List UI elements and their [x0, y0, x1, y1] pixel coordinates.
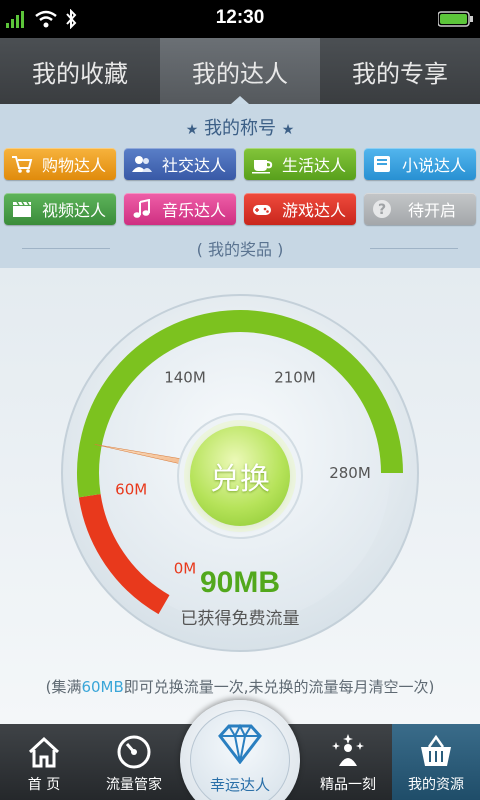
nav-label: 流量管家 [106, 777, 162, 793]
titles-heading-text: 我的称号 [204, 118, 276, 139]
svg-text:?: ? [378, 202, 386, 218]
nav-label: 首 页 [27, 777, 61, 793]
badge-locked[interactable]: ? 待开启 [364, 193, 476, 225]
note-suffix: 即可兑换流量一次,未兑换的流量每月清空一次) [123, 678, 435, 696]
exchange-rule-note: (集满60MB即可兑换流量一次,未兑换的流量每月清空一次) [0, 676, 480, 697]
star-icon: ★ [281, 122, 295, 138]
nav-featured[interactable]: 精品一刻 [304, 724, 392, 800]
gauge-tick-label: 140M [164, 369, 206, 387]
diamond-icon [218, 724, 262, 764]
gauge-tick-label: 280M [329, 464, 371, 482]
titles-heading: ★ 我的称号 ★ [0, 114, 480, 140]
prize-heading: ( 我的奖品 ) [0, 236, 480, 260]
note-highlight: 60MB [81, 678, 124, 696]
music-note-icon [130, 198, 154, 220]
divider [22, 248, 110, 249]
titles-panel: ★ 我的称号 ★ 购物达人 社交达人 生活达人 小说达人 视频达人 音乐达人 游… [0, 104, 480, 268]
divider [370, 248, 458, 249]
clock: 12:30 [215, 7, 265, 28]
clapper-icon [10, 198, 34, 220]
badge-label: 待开启 [408, 201, 457, 220]
people-icon [130, 153, 154, 175]
gauge-tick-label: 60M [115, 480, 147, 498]
nav-label: 精品一刻 [320, 777, 376, 793]
book-icon [370, 153, 394, 175]
tab-my-experts[interactable]: 我的达人 [160, 38, 320, 104]
nav-label: 幸运达人 [209, 776, 270, 794]
badge-label: 社交达人 [162, 156, 227, 175]
tab-label: 我的收藏 [32, 59, 128, 88]
badge-label: 视频达人 [42, 201, 107, 220]
top-tabs: 我的收藏 我的达人 我的专享 [0, 38, 480, 104]
badge-music[interactable]: 音乐达人 [124, 193, 236, 225]
badge-game[interactable]: 游戏达人 [244, 193, 356, 225]
nav-home[interactable]: 首 页 [0, 724, 88, 800]
prize-heading-text: ( 我的奖品 ) [196, 240, 284, 259]
cup-icon [250, 153, 274, 175]
tab-exclusive[interactable]: 我的专享 [320, 38, 480, 104]
traffic-value: 90MB [199, 566, 281, 599]
cart-icon [10, 153, 34, 175]
note-prefix: (集满 [45, 678, 82, 696]
sparkle-person-icon [332, 734, 364, 766]
nav-my-resources[interactable]: 我的资源 [392, 724, 480, 800]
exchange-button[interactable]: 兑换 [190, 426, 290, 526]
badge-shopping[interactable]: 购物达人 [4, 148, 116, 180]
badge-label: 小说达人 [402, 156, 467, 175]
tab-label: 我的达人 [192, 59, 288, 88]
gamepad-icon [250, 198, 274, 220]
traffic-caption: 已获得免费流量 [180, 609, 300, 629]
nav-label: 我的资源 [408, 777, 464, 793]
badge-label: 生活达人 [282, 156, 347, 175]
badge-label: 游戏达人 [282, 201, 347, 220]
badge-social[interactable]: 社交达人 [124, 148, 236, 180]
badge-life[interactable]: 生活达人 [244, 148, 356, 180]
badge-label: 音乐达人 [162, 201, 227, 220]
badge-label: 购物达人 [42, 156, 107, 175]
tab-label: 我的专享 [352, 59, 448, 88]
home-icon [28, 736, 60, 768]
badge-novel[interactable]: 小说达人 [364, 148, 476, 180]
battery-icon [438, 11, 473, 27]
gauge-tick-label: 210M [274, 369, 316, 387]
dial-icon [117, 735, 151, 769]
status-bar: 12:30 [0, 0, 480, 38]
tab-favorites[interactable]: 我的收藏 [0, 38, 160, 104]
question-icon: ? [370, 198, 394, 220]
prize-gauge-area: 0M 60M 140M 210M 280M 兑换 90MB 已获得免费流量 (集… [0, 268, 480, 724]
star-icon: ★ [185, 122, 199, 138]
nav-traffic-manager[interactable]: 流量管家 [90, 724, 178, 800]
basket-icon [421, 734, 451, 766]
badge-video[interactable]: 视频达人 [4, 193, 116, 225]
